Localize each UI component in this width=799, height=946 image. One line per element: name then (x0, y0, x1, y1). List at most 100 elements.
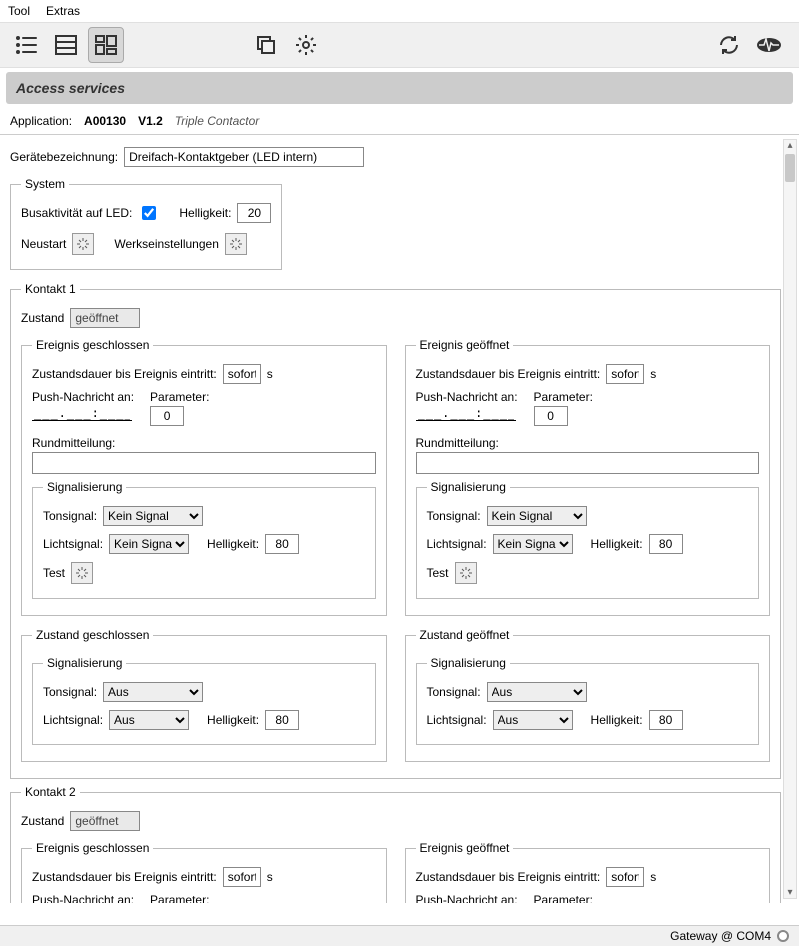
c1-open-param[interactable] (534, 406, 568, 426)
push-label: Push-Nachricht an: (32, 893, 134, 903)
signaling-legend: Signalisierung (43, 656, 126, 670)
c1-open-test-button[interactable] (455, 562, 477, 584)
contact-2-group: Kontakt 2 Zustand Ereignis geschlossen Z… (10, 785, 781, 903)
scroll-down-icon[interactable]: ▾ (784, 887, 796, 898)
c1-event-closed: Ereignis geschlossen Zustandsdauer bis E… (21, 338, 387, 616)
sec-unit: s (650, 367, 656, 381)
test-label: Test (43, 566, 65, 580)
menu-bar: Tool Extras (0, 0, 799, 22)
signaling-legend: Signalisierung (427, 480, 510, 494)
c1-open-broadcast[interactable] (416, 452, 760, 474)
c1-closed-light[interactable]: Kein Signal (109, 534, 189, 554)
restart-button[interactable] (72, 233, 94, 255)
busactivity-label: Busaktivität auf LED: (21, 206, 132, 220)
c1-stopen-light[interactable]: Aus (493, 710, 573, 730)
system-legend: System (21, 177, 69, 191)
page-title: Access services (6, 72, 793, 104)
c1-closed-push-input[interactable] (32, 406, 132, 421)
c1-open-tone[interactable]: Kein Signal (487, 506, 587, 526)
view-dashboard-icon[interactable] (88, 27, 124, 63)
sec-unit: s (650, 870, 656, 884)
c1-state-open: Zustand geöffnet Signalisierung Tonsigna… (405, 628, 771, 762)
vertical-scrollbar[interactable]: ▴ ▾ (783, 139, 797, 899)
push-label: Push-Nachricht an: (32, 390, 134, 404)
activity-icon[interactable] (751, 27, 787, 63)
c1-state-closed: Zustand geschlossen Signalisierung Tonsi… (21, 628, 387, 762)
device-label: Gerätebezeichnung: (10, 150, 118, 164)
tone-label: Tonsignal: (427, 509, 481, 523)
c1-closed-duration[interactable] (223, 364, 261, 384)
broadcast-label: Rundmitteilung: (416, 436, 499, 450)
param-label: Parameter: (534, 390, 593, 404)
brightness-label: Helligkeit: (207, 713, 259, 727)
c1-closed-broadcast[interactable] (32, 452, 376, 474)
contact-2-state (70, 811, 140, 831)
factory-reset-button[interactable] (225, 233, 247, 255)
c1-closed-tone[interactable]: Kein Signal (103, 506, 203, 526)
contact-1-group: Kontakt 1 Zustand Ereignis geschlossen Z… (10, 282, 781, 779)
c2-closed-duration[interactable] (223, 867, 261, 887)
settings-icon[interactable] (288, 27, 324, 63)
c1-stclosed-light[interactable]: Aus (109, 710, 189, 730)
c1-closed-test-button[interactable] (71, 562, 93, 584)
c1-stclosed-tone[interactable]: Aus (103, 682, 203, 702)
c1-open-signaling: Signalisierung Tonsignal: Kein Signal Li… (416, 480, 760, 599)
c1-event-open-legend: Ereignis geöffnet (416, 338, 514, 352)
param-label: Parameter: (150, 893, 209, 903)
application-label: Application: (10, 114, 72, 128)
light-label: Lichtsignal: (427, 713, 487, 727)
c2-open-duration[interactable] (606, 867, 644, 887)
c1-open-brightness[interactable] (649, 534, 683, 554)
c1-open-light[interactable]: Kein Signal (493, 534, 573, 554)
c1-stopen-tone[interactable]: Aus (487, 682, 587, 702)
c1-closed-param[interactable] (150, 406, 184, 426)
menu-tool[interactable]: Tool (8, 4, 30, 18)
param-label: Parameter: (534, 893, 593, 903)
application-id: A00130 (84, 114, 126, 128)
duration-label: Zustandsdauer bis Ereignis eintritt: (32, 870, 217, 884)
duration-label: Zustandsdauer bis Ereignis eintritt: (32, 367, 217, 381)
contact-1-state (70, 308, 140, 328)
sec-unit: s (267, 870, 273, 884)
c1-state-open-legend: Zustand geöffnet (416, 628, 514, 642)
push-label: Push-Nachricht an: (416, 893, 518, 903)
form-content: Gerätebezeichnung: System Busaktivität a… (0, 135, 799, 903)
state-label: Zustand (21, 814, 64, 828)
c1-stopen-brightness[interactable] (649, 710, 683, 730)
c1-stclosed-brightness[interactable] (265, 710, 299, 730)
c1-closed-signaling: Signalisierung Tonsignal: Kein Signal Li… (32, 480, 376, 599)
c1-state-open-sig: Signalisierung Tonsignal: Aus Lichtsigna… (416, 656, 760, 745)
scrollbar-thumb[interactable] (785, 154, 795, 182)
copy-icon[interactable] (248, 27, 284, 63)
application-row: Application: A00130 V1.2 Triple Contacto… (0, 108, 799, 135)
connection-led-icon (777, 930, 789, 942)
signaling-legend: Signalisierung (43, 480, 126, 494)
c2-event-closed-legend: Ereignis geschlossen (32, 841, 153, 855)
busactivity-checkbox[interactable] (142, 206, 156, 220)
tone-label: Tonsignal: (43, 685, 97, 699)
c1-state-closed-sig: Signalisierung Tonsignal: Aus Lichtsigna… (32, 656, 376, 745)
device-name-input[interactable] (124, 147, 364, 167)
gateway-status: Gateway @ COM4 (670, 929, 771, 943)
push-label: Push-Nachricht an: (416, 390, 518, 404)
system-brightness-label: Helligkeit: (179, 206, 231, 220)
broadcast-label: Rundmitteilung: (32, 436, 115, 450)
system-brightness-input[interactable] (237, 203, 271, 223)
c1-event-closed-legend: Ereignis geschlossen (32, 338, 153, 352)
factory-label: Werkseinstellungen (114, 237, 219, 251)
application-version: V1.2 (138, 114, 163, 128)
c1-open-push-input[interactable] (416, 406, 516, 421)
tone-label: Tonsignal: (427, 685, 481, 699)
scroll-up-icon[interactable]: ▴ (784, 140, 796, 151)
c2-event-open: Ereignis geöffnet Zustandsdauer bis Erei… (405, 841, 771, 903)
restart-label: Neustart (21, 237, 66, 251)
sec-unit: s (267, 367, 273, 381)
view-list-icon[interactable] (8, 27, 44, 63)
c1-open-duration[interactable] (606, 364, 644, 384)
menu-extras[interactable]: Extras (46, 4, 80, 18)
sync-icon[interactable] (711, 27, 747, 63)
c1-closed-brightness[interactable] (265, 534, 299, 554)
view-rows-icon[interactable] (48, 27, 84, 63)
state-label: Zustand (21, 311, 64, 325)
light-label: Lichtsignal: (43, 713, 103, 727)
